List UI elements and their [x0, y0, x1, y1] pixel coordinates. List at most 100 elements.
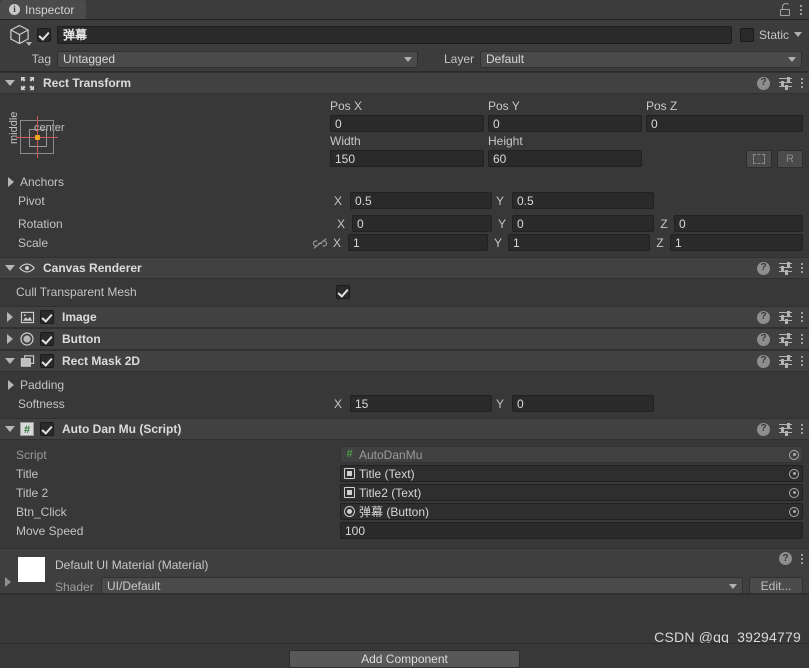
chevron-down-icon	[729, 583, 737, 589]
rect-mask-2d-enabled-checkbox[interactable]	[40, 354, 54, 368]
tab-inspector-label: Inspector	[25, 2, 75, 17]
foldout-icon[interactable]	[5, 80, 15, 86]
foldout-icon[interactable]	[5, 265, 15, 271]
foldout-icon[interactable]	[5, 358, 15, 364]
object-header: 弹幕 Static Tag Untagged Layer Default	[0, 20, 809, 72]
softness-y-input[interactable]: 0	[512, 395, 654, 412]
chevron-down-icon	[788, 57, 796, 62]
help-icon[interactable]: ?	[757, 261, 770, 275]
unlinked-icon[interactable]	[312, 237, 328, 249]
text-component-icon	[344, 487, 355, 498]
height-input[interactable]: 60	[488, 150, 642, 167]
kebab-menu-icon[interactable]	[801, 263, 803, 273]
help-icon[interactable]: ?	[779, 552, 792, 565]
pivot-x-input[interactable]: 0.5	[350, 192, 492, 209]
rotation-x-input[interactable]: 0	[352, 215, 492, 232]
help-icon[interactable]: ?	[757, 332, 770, 346]
preset-icon[interactable]	[779, 76, 792, 90]
static-checkbox[interactable]	[739, 27, 754, 42]
help-icon[interactable]: ?	[757, 76, 770, 90]
component-header-rect-transform[interactable]: Rect Transform ?	[0, 72, 809, 94]
pivot-y-input[interactable]: 0.5	[512, 192, 654, 209]
kebab-menu-icon[interactable]	[801, 312, 803, 322]
component-header-actions: ?	[757, 76, 803, 90]
btn-click-field-value[interactable]: 弹幕 (Button)	[340, 503, 803, 520]
component-title: Image	[62, 310, 97, 324]
tab-inspector[interactable]: i Inspector	[0, 0, 87, 19]
softness-x-input[interactable]: 15	[350, 395, 492, 412]
cube-dropdown-icon[interactable]	[26, 41, 32, 46]
lock-icon[interactable]	[780, 3, 791, 16]
object-picker-icon[interactable]	[789, 506, 799, 517]
preset-icon[interactable]	[779, 332, 792, 346]
material-foldout-icon[interactable]	[5, 577, 11, 587]
button-icon	[19, 331, 35, 347]
width-input[interactable]: 150	[330, 150, 484, 167]
rotation-y-input[interactable]: 0	[512, 215, 654, 232]
object-active-checkbox[interactable]	[37, 27, 51, 42]
foldout-icon[interactable]	[7, 334, 13, 344]
help-icon[interactable]: ?	[757, 310, 770, 324]
help-icon[interactable]: ?	[757, 354, 770, 368]
rect-mask-icon	[19, 353, 35, 369]
eye-icon	[19, 260, 35, 276]
anchors-foldout-icon[interactable]	[8, 176, 14, 187]
scale-z-input[interactable]: 1	[670, 234, 803, 251]
object-name-input[interactable]: 弹幕	[57, 25, 732, 44]
shader-dropdown[interactable]: UI/Default	[101, 577, 743, 594]
preset-icon[interactable]	[779, 422, 792, 436]
component-header-image[interactable]: Image ?	[0, 306, 809, 328]
pos-y-input[interactable]: 0	[488, 115, 642, 132]
cull-transparent-mesh-checkbox[interactable]	[336, 284, 350, 299]
raw-edit-mode-button[interactable]: R	[777, 149, 803, 168]
component-header-auto-dan-mu[interactable]: # Auto Dan Mu (Script) ?	[0, 418, 809, 440]
add-component-button[interactable]: Add Component	[289, 650, 520, 668]
kebab-menu-icon[interactable]	[801, 356, 803, 366]
button-component-icon	[344, 506, 355, 517]
material-edit-button[interactable]: Edit...	[749, 577, 803, 594]
help-icon[interactable]: ?	[757, 422, 770, 436]
object-picker-icon[interactable]	[789, 468, 799, 479]
rotation-z-input[interactable]: 0	[674, 215, 803, 232]
preset-icon[interactable]	[779, 261, 792, 275]
button-enabled-checkbox[interactable]	[40, 332, 54, 346]
title2-field-value[interactable]: Title2 (Text)	[340, 484, 803, 501]
pivot-dot-icon	[35, 135, 40, 140]
scale-y-input[interactable]: 1	[508, 234, 650, 251]
image-enabled-checkbox[interactable]	[40, 310, 54, 324]
btn-click-field-text: 弹幕 (Button)	[359, 505, 430, 519]
kebab-menu-icon[interactable]	[801, 424, 803, 434]
padding-foldout-icon[interactable]	[8, 379, 14, 390]
kebab-menu-icon[interactable]	[800, 4, 802, 15]
auto-dan-mu-enabled-checkbox[interactable]	[40, 422, 54, 436]
scale-x-input[interactable]: 1	[348, 234, 488, 251]
tag-dropdown[interactable]: Untagged	[57, 50, 418, 68]
component-header-canvas-renderer[interactable]: Canvas Renderer ?	[0, 257, 809, 279]
pivot-y-axis-label: Y	[496, 193, 505, 208]
kebab-menu-icon[interactable]	[801, 553, 803, 564]
anchor-preset-widget[interactable]: center middle	[8, 112, 65, 158]
anchors-label: Anchors	[20, 174, 65, 189]
object-picker-icon[interactable]	[789, 487, 799, 498]
title-field-value[interactable]: Title (Text)	[340, 465, 803, 482]
script-field-value: # AutoDanMu	[340, 446, 803, 463]
preset-icon[interactable]	[779, 310, 792, 324]
static-toggle-group[interactable]: Static	[739, 27, 802, 42]
foldout-icon[interactable]	[7, 312, 13, 322]
kebab-menu-icon[interactable]	[801, 78, 803, 88]
cube-icon[interactable]	[7, 23, 33, 47]
static-dropdown-icon[interactable]	[794, 32, 802, 37]
layer-dropdown[interactable]: Default	[480, 50, 802, 68]
component-header-rect-mask-2d[interactable]: Rect Mask 2D ?	[0, 350, 809, 372]
title-field-text: Title (Text)	[359, 466, 415, 481]
component-header-button[interactable]: Button ?	[0, 328, 809, 350]
kebab-menu-icon[interactable]	[801, 334, 803, 344]
move-speed-input[interactable]: 100	[340, 522, 803, 539]
preset-icon[interactable]	[779, 354, 792, 368]
pos-z-input[interactable]: 0	[646, 115, 803, 132]
foldout-icon[interactable]	[5, 426, 15, 432]
component-header-actions: ?	[757, 422, 803, 436]
pos-x-input[interactable]: 0	[330, 115, 484, 132]
blueprint-mode-button[interactable]	[746, 149, 772, 168]
object-picker-icon[interactable]	[789, 449, 799, 460]
